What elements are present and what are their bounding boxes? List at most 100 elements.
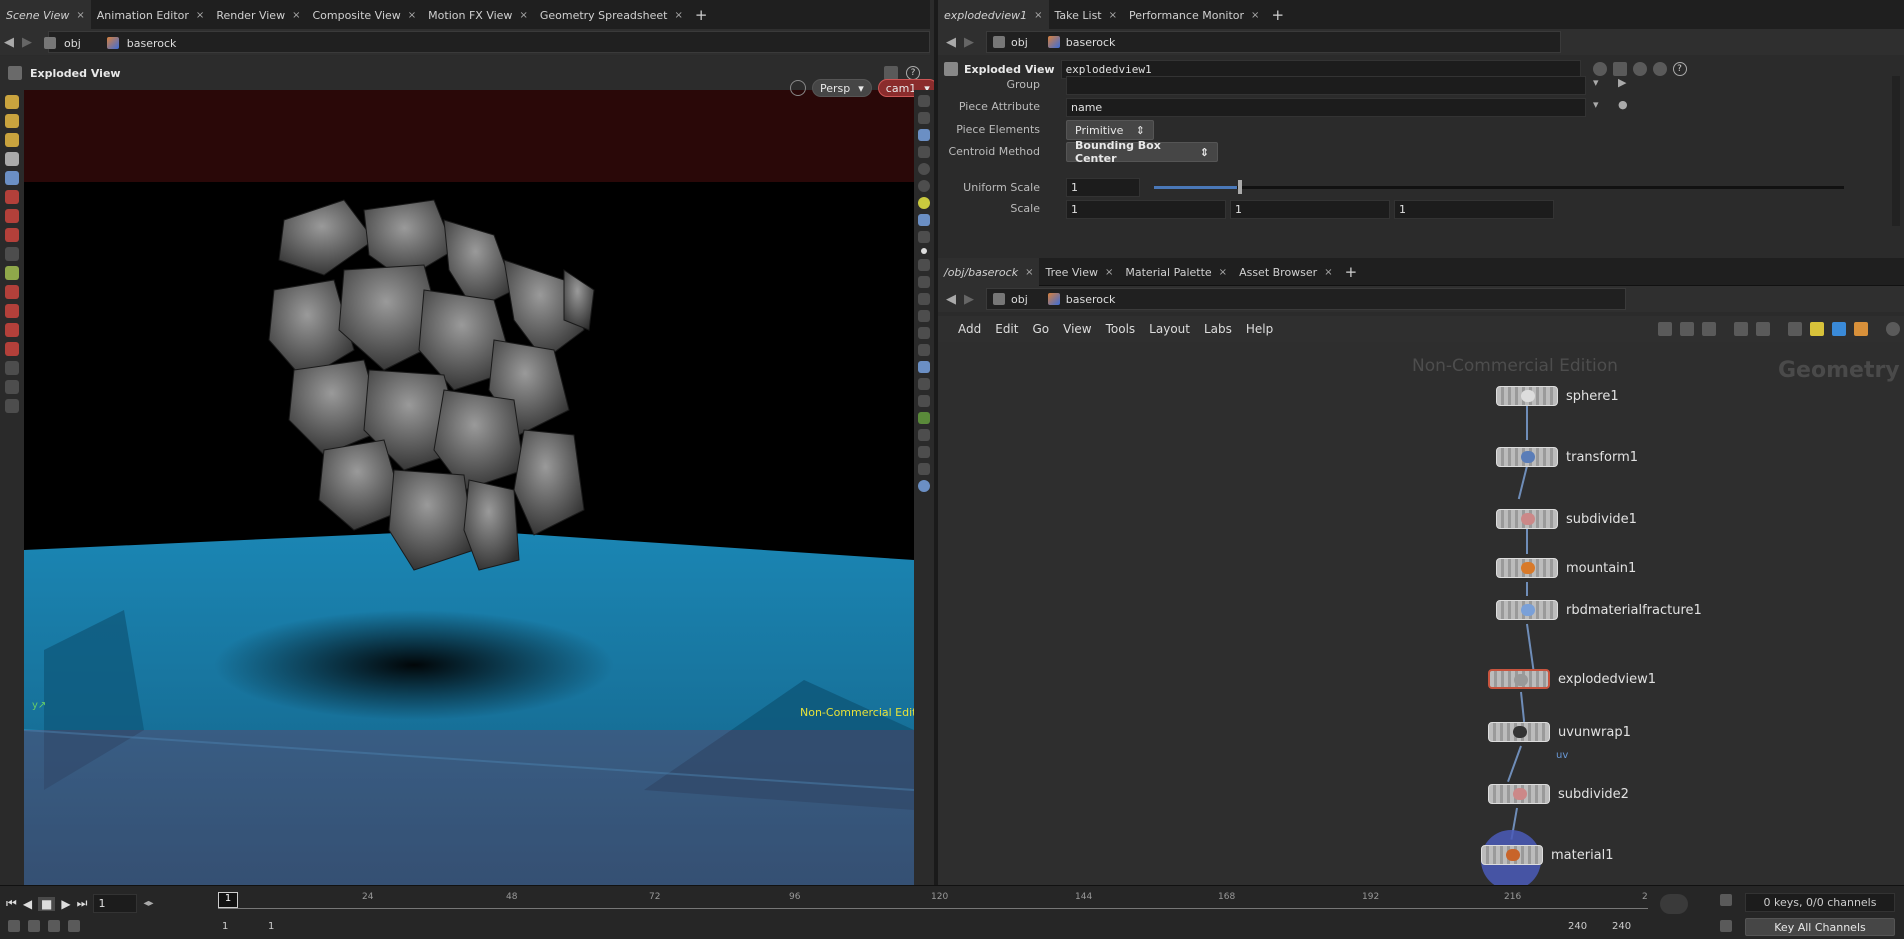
jump-start-icon[interactable]: ⏮ [6,896,17,911]
close-icon[interactable]: × [76,10,84,21]
shadows-icon[interactable] [918,214,930,226]
menu-labs[interactable]: Labs [1204,322,1232,336]
snap-prim-icon[interactable] [5,304,19,318]
keyframe-icon[interactable] [1720,894,1732,909]
loop-icon[interactable] [48,920,60,932]
paint-tool-icon[interactable] [5,133,19,147]
piece-attribute-field[interactable]: name [1066,98,1586,117]
menu-layout[interactable]: Layout [1149,322,1190,336]
menu-view[interactable]: View [1063,322,1091,336]
forward-arrow-icon[interactable]: ▶ [22,35,32,50]
display-options-icon[interactable] [918,95,930,107]
close-icon[interactable]: × [1251,10,1259,21]
brush-tool-icon[interactable] [5,114,19,128]
snap-grid-icon[interactable] [5,285,19,299]
close-icon[interactable]: × [1034,10,1042,21]
select-arrow-icon[interactable]: ▶ [1618,76,1626,89]
realtime-icon[interactable] [28,920,40,932]
playhead-marker[interactable]: 1 [218,892,238,908]
forward-arrow-icon[interactable]: ▶ [964,292,974,307]
group-menu-icon[interactable]: ▾ [1593,76,1599,89]
light-bulb-icon[interactable] [918,180,930,192]
breadcrumb-baserock[interactable]: baserock [1066,36,1116,49]
network-editor[interactable]: Non-Commercial Edition Geometry sphere1 … [938,342,1904,885]
menu-go[interactable]: Go [1032,322,1049,336]
tool-options-icon[interactable] [884,66,898,80]
scale-x-field[interactable]: 1 [1066,200,1226,219]
group-field[interactable] [1066,76,1586,95]
close-icon[interactable]: × [292,10,300,21]
step-back-icon[interactable]: ◀ [23,897,32,911]
tab-composite-view[interactable]: Composite View × [306,0,422,30]
scale-z-field[interactable]: 1 [1394,200,1554,219]
vector-icon[interactable] [918,276,930,288]
tab-material-palette[interactable]: Material Palette × [1119,258,1233,286]
end-frame[interactable]: 240 [1612,921,1631,932]
play-icon[interactable]: ▶ [61,897,70,911]
help-icon[interactable]: ? [1672,62,1687,76]
menu-edit[interactable]: Edit [995,322,1018,336]
camera-view-icon[interactable] [918,361,930,373]
lock-view-icon[interactable] [918,129,930,141]
tab-scene-view[interactable]: Scene View × [0,0,91,30]
uniform-scale-slider-handle[interactable] [1238,180,1242,194]
move-tool-icon[interactable] [5,190,19,204]
record-icon[interactable] [5,380,19,394]
current-frame-field[interactable]: 1 [93,894,138,913]
node-uvunwrap1[interactable]: uvunwrap1 [1488,722,1631,742]
jump-end-icon[interactable]: ⏭ [77,896,88,911]
node-mountain1[interactable]: mountain1 [1496,558,1636,578]
node-material1[interactable]: material1 [1481,845,1614,865]
snap-point-icon[interactable] [5,323,19,337]
uniform-scale-field[interactable]: 1 [1066,178,1140,197]
add-tab-icon[interactable]: + [1265,0,1290,30]
tab-asset-browser[interactable]: Asset Browser × [1233,258,1339,286]
piece-attribute-menu-icon[interactable]: ▾ [1593,98,1599,111]
box-icon[interactable] [1854,322,1868,336]
lock-icon[interactable] [5,171,19,185]
scale-tool-icon[interactable] [5,228,19,242]
gear-icon[interactable] [1592,62,1607,76]
timeline-ruler[interactable]: 1 24 48 72 96 120 144 168 192 216 2 [218,892,1648,914]
thumbnail-icon[interactable] [1756,322,1770,336]
parameter-scrollbar[interactable] [1892,76,1900,226]
menu-add[interactable]: Add [958,322,981,336]
ghost-icon[interactable] [918,112,930,124]
breadcrumb-obj[interactable]: obj [1011,36,1028,49]
node-sphere1[interactable]: sphere1 [1496,386,1619,406]
right-bottom-path-field[interactable]: obj baserock [986,288,1626,310]
normal-icon[interactable] [918,259,930,271]
camera-icon[interactable] [5,361,19,375]
key-all-channels-button[interactable]: Key All Channels [1745,918,1895,936]
channel-list-icon[interactable] [1720,920,1732,935]
select-tool-icon[interactable] [5,152,19,166]
box-icon[interactable] [918,446,930,458]
sphere-shading-icon[interactable] [918,163,930,175]
back-arrow-icon[interactable]: ◀ [4,35,14,50]
close-icon[interactable]: × [196,10,204,21]
tab-geometry-spreadsheet[interactable]: Geometry Spreadsheet × [534,0,689,30]
tab-network[interactable]: /obj/baserock × [938,258,1040,286]
search-icon[interactable] [1632,62,1647,76]
magnet-icon[interactable] [5,342,19,356]
close-icon[interactable]: × [674,10,682,21]
grid-icon[interactable] [1734,322,1748,336]
help-icon[interactable]: ? [906,66,920,80]
tree-icon[interactable] [1680,322,1694,336]
node-subdivide1[interactable]: subdivide1 [1496,509,1637,529]
image-icon[interactable] [1788,322,1802,336]
scale-y-field[interactable]: 1 [1230,200,1390,219]
sticky-note-icon[interactable] [1810,322,1824,336]
tab-tree-view[interactable]: Tree View × [1039,258,1119,286]
tab-take-list[interactable]: Take List × [1049,0,1124,30]
breadcrumb-baserock[interactable]: baserock [1066,293,1116,306]
tab-performance-monitor[interactable]: Performance Monitor × [1123,0,1265,30]
centroid-method-menu[interactable]: Bounding Box Center ⇕ [1066,139,1218,165]
pin-icon[interactable]: ● [1618,98,1628,111]
number-icon[interactable] [918,293,930,305]
close-icon[interactable]: × [408,10,416,21]
node-rbdmaterialfracture1[interactable]: rbdmaterialfracture1 [1496,600,1702,620]
add-tab-icon[interactable]: + [1339,258,1364,286]
add-tab-icon[interactable]: + [689,0,714,30]
info-icon[interactable] [1652,62,1667,76]
